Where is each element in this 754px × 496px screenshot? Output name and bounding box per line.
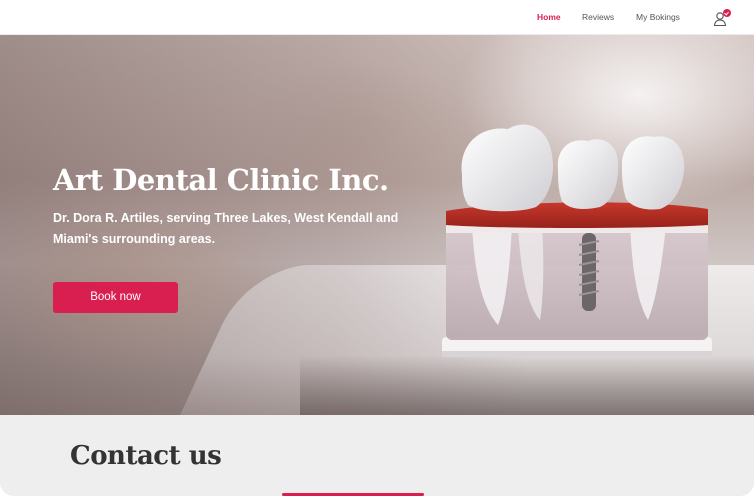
main-nav: Home Reviews My Bokings bbox=[0, 12, 754, 24]
nav-my-bookings-link[interactable]: My Bokings bbox=[636, 12, 680, 22]
nav-home-link[interactable]: Home bbox=[537, 12, 561, 22]
hero-subtitle: Dr. Dora R. Artiles, serving Three Lakes… bbox=[53, 211, 399, 246]
contact-section: Contact us bbox=[0, 415, 754, 496]
user-account-button[interactable] bbox=[712, 9, 732, 27]
check-badge-icon bbox=[723, 9, 731, 17]
nav-reviews-link[interactable]: Reviews bbox=[582, 12, 614, 22]
page: Home Reviews My Bokings Art Dental Clini… bbox=[0, 0, 754, 496]
hero-banner: Art Dental Clinic Inc. Dr. Dora R. Artil… bbox=[0, 35, 754, 415]
top-navigation-bar: Home Reviews My Bokings bbox=[0, 0, 754, 35]
contact-title: Contact us bbox=[70, 441, 222, 471]
book-now-button[interactable]: Book now bbox=[53, 282, 178, 313]
hero-title: Art Dental Clinic Inc. bbox=[53, 163, 389, 197]
dental-implant-model-image bbox=[442, 124, 712, 357]
